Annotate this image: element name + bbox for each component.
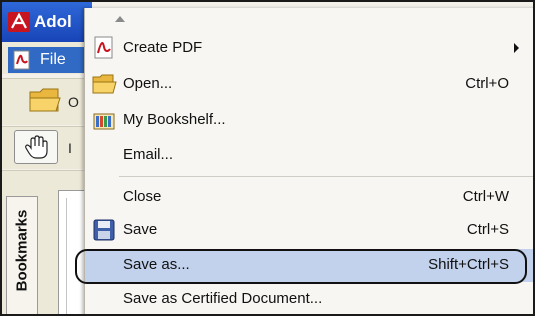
menu-item-label: Save as Certified Document... (123, 290, 323, 307)
open-folder-icon (92, 74, 117, 94)
menu-item-open[interactable]: Open... Ctrl+O (85, 68, 533, 101)
bookshelf-icon (93, 113, 115, 130)
menu-item-save-as-certified[interactable]: Save as Certified Document... (85, 283, 533, 314)
file-menu-button[interactable]: File (8, 47, 84, 73)
submenu-arrow-icon (514, 43, 519, 53)
file-menu-label: File (40, 51, 66, 68)
app-title: Adol (34, 12, 72, 31)
menu-separator (119, 176, 533, 177)
pdf-file-icon (13, 50, 30, 70)
save-disk-icon (93, 219, 115, 241)
menu-item-save[interactable]: Save Ctrl+S (85, 214, 533, 247)
menu-item-create-pdf[interactable]: Create PDF (85, 32, 533, 65)
menu-item-label: Open... (123, 75, 173, 92)
open-folder-icon[interactable] (28, 84, 62, 114)
bookmarks-tab[interactable]: Bookmarks (6, 196, 38, 314)
menu-item-close[interactable]: Close Ctrl+W (85, 181, 533, 214)
menu-item-label: Close (123, 188, 162, 205)
menu-item-save-as[interactable]: Save as... Shift+Ctrl+S (75, 249, 533, 284)
create-pdf-icon (94, 36, 113, 59)
toolbar-text-fragment-2: I (68, 140, 72, 156)
menu-item-label: Create PDF (123, 39, 203, 56)
acrobat-logo-icon (8, 12, 30, 32)
menu-item-label: Email... (123, 146, 174, 163)
menu-item-shortcut: Ctrl+W (462, 188, 509, 205)
bookmarks-tab-label: Bookmarks (13, 209, 31, 292)
menu-item-label: My Bookshelf... (123, 111, 226, 128)
hand-icon (25, 135, 48, 159)
app-title-bar: Adol (2, 2, 92, 42)
menu-item-email[interactable]: Email... (85, 139, 533, 172)
menu-item-my-bookshelf[interactable]: My Bookshelf... (85, 104, 533, 137)
menu-item-label: Save (123, 221, 158, 238)
menu-item-shortcut: Ctrl+O (465, 75, 509, 92)
screenshot-frame: Adol File O I Bookmarks Create PDF Open.… (0, 0, 535, 316)
hand-tool-button[interactable] (14, 130, 58, 164)
menu-item-shortcut: Ctrl+S (466, 221, 509, 238)
menu-scroll-up-icon[interactable] (115, 16, 125, 22)
highlight-callout-outline (75, 249, 527, 284)
file-dropdown-menu: Create PDF Open... Ctrl+O My Bookshelf..… (75, 8, 533, 314)
toolbar-text-fragment: O (68, 94, 79, 110)
